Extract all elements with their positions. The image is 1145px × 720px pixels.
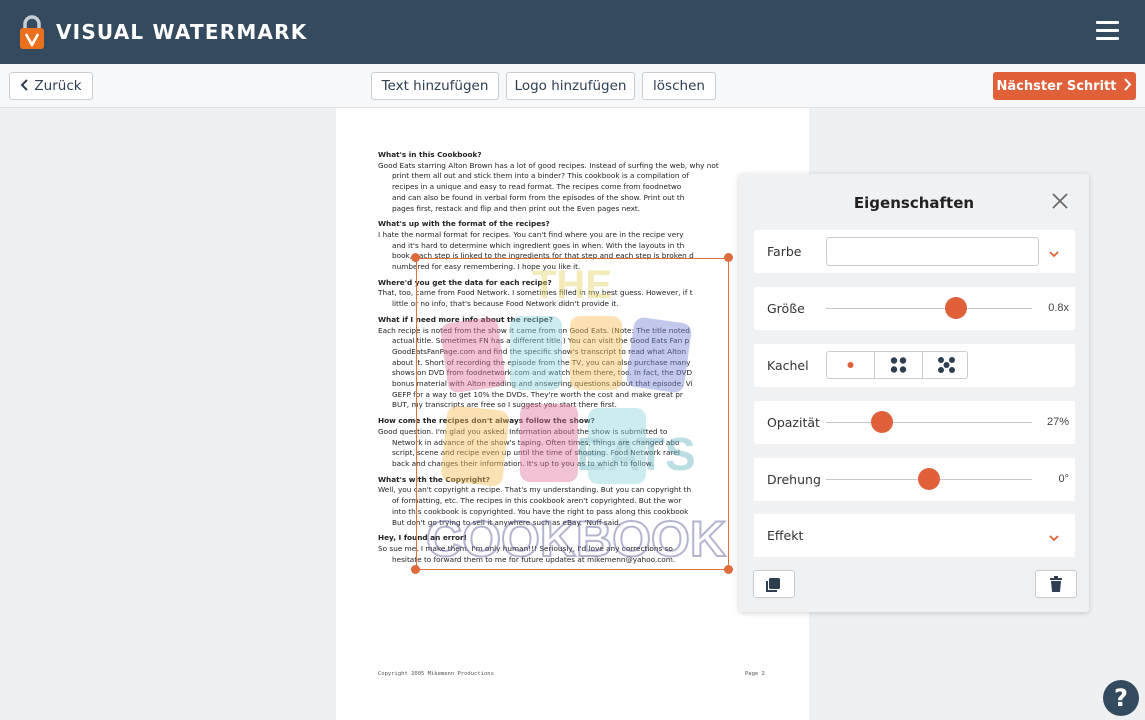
app-name: VISUAL WATERMARK bbox=[56, 20, 308, 44]
doc-line: Good Eats starring Alton Brown has a lot… bbox=[378, 160, 719, 170]
resize-handle-top-right[interactable] bbox=[724, 253, 733, 262]
doc-section-heading: What's up with the format of the recipes… bbox=[378, 219, 550, 229]
back-label: Zurück bbox=[34, 78, 82, 94]
add-logo-button[interactable]: Logo hinzufügen bbox=[506, 72, 635, 100]
next-step-label: Nächster Schritt bbox=[996, 78, 1117, 94]
size-slider-thumb[interactable] bbox=[944, 297, 967, 319]
add-text-button[interactable]: Text hinzufügen bbox=[371, 72, 499, 100]
app-logo[interactable]: VISUAL WATERMARK bbox=[16, 15, 307, 49]
properties-panel: Eigenschaften Farbe Größe 0.8x Kachel Op… bbox=[739, 174, 1089, 612]
panel-title: Eigenschaften bbox=[853, 194, 975, 212]
four-dots-icon[interactable] bbox=[875, 352, 923, 378]
hamburger-icon[interactable] bbox=[1096, 21, 1119, 41]
doc-section: What's in this Cookbook? Good Eats starri… bbox=[378, 150, 778, 214]
chevron-left-icon bbox=[20, 77, 29, 95]
page-footer-right: Page 2 bbox=[745, 671, 765, 677]
rotation-slider-thumb[interactable] bbox=[918, 468, 940, 490]
opacity-value: 27% bbox=[1046, 416, 1069, 428]
size-row: Größe 0.8x bbox=[754, 287, 1075, 330]
opacity-slider-track[interactable] bbox=[826, 422, 1032, 423]
app-header: VISUAL WATERMARK bbox=[0, 0, 1145, 64]
doc-line: and can also be found in verbal form fro… bbox=[392, 192, 685, 202]
five-dots-icon[interactable] bbox=[923, 352, 970, 378]
help-button[interactable]: ? bbox=[1103, 680, 1139, 716]
tile-label: Kachel bbox=[767, 358, 809, 373]
doc-section-heading: What's in this Cookbook? bbox=[378, 150, 482, 159]
lock-icon bbox=[16, 15, 48, 49]
duplicate-button[interactable] bbox=[753, 570, 795, 598]
resize-handle-bottom-left[interactable] bbox=[411, 565, 420, 574]
opacity-slider-thumb[interactable] bbox=[870, 411, 893, 433]
watermark-selection-box[interactable] bbox=[416, 258, 729, 570]
size-value: 0.8x bbox=[1048, 302, 1069, 314]
next-step-button[interactable]: Nächster Schritt bbox=[993, 72, 1136, 100]
delete-watermark-button[interactable] bbox=[1035, 570, 1077, 598]
doc-line: pages first, restack and flip and then p… bbox=[392, 203, 641, 213]
doc-line: print them all out and stick them into a… bbox=[392, 171, 689, 181]
effect-label: Effekt bbox=[767, 528, 804, 543]
rotation-row: Drehung 0° bbox=[754, 458, 1075, 501]
size-label: Größe bbox=[767, 301, 805, 316]
effect-row[interactable]: Effekt bbox=[754, 514, 1075, 557]
toolbar: Zurück Text hinzufügen Logo hinzufügen l… bbox=[0, 64, 1145, 108]
copy-icon bbox=[766, 578, 780, 592]
doc-line: I hate the normal format for recipes. Yo… bbox=[378, 229, 684, 239]
color-row: Farbe bbox=[754, 230, 1075, 273]
single-dot-icon[interactable] bbox=[827, 352, 875, 378]
resize-handle-bottom-right[interactable] bbox=[724, 565, 733, 574]
delete-button[interactable]: löschen bbox=[642, 72, 716, 100]
trash-icon bbox=[1050, 576, 1062, 592]
color-field[interactable] bbox=[826, 237, 1039, 266]
chevron-right-icon bbox=[1123, 77, 1132, 95]
back-button[interactable]: Zurück bbox=[9, 72, 93, 100]
tile-row: Kachel bbox=[754, 344, 1075, 387]
chevron-down-icon[interactable] bbox=[1049, 530, 1059, 542]
opacity-row: Opazität 27% bbox=[754, 401, 1075, 444]
opacity-label: Opazität bbox=[767, 415, 820, 430]
rotation-label: Drehung bbox=[767, 472, 821, 487]
size-slider-track[interactable] bbox=[826, 308, 1032, 309]
tile-options bbox=[826, 351, 968, 379]
doc-line: and it's hard to determine which ingredi… bbox=[392, 240, 685, 250]
close-icon[interactable] bbox=[1051, 192, 1069, 210]
rotation-value: 0° bbox=[1058, 473, 1069, 485]
chevron-down-icon[interactable] bbox=[1049, 246, 1059, 258]
color-label: Farbe bbox=[767, 244, 802, 259]
page-footer-left: Copyright 2005 Mikemenn Productions bbox=[378, 671, 494, 677]
doc-line: recipes in a unique and easy to read for… bbox=[392, 182, 682, 192]
resize-handle-top-left[interactable] bbox=[411, 253, 420, 262]
